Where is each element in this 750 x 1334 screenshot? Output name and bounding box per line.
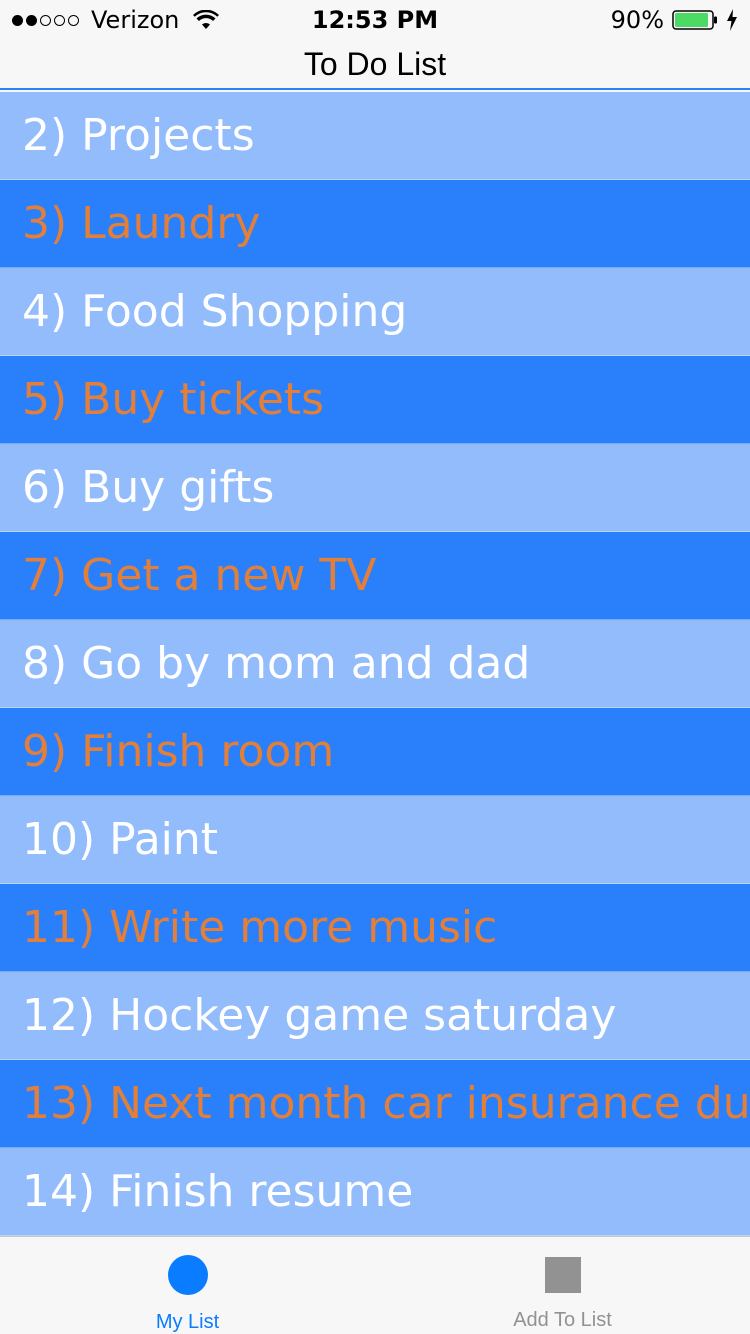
- page-title: To Do List: [303, 45, 447, 82]
- list-item[interactable]: 14) Finish resume: [0, 1148, 750, 1236]
- tab-add-to-list[interactable]: Add To List: [375, 1237, 750, 1334]
- list-item-label: 6) Buy gifts: [22, 462, 275, 513]
- list-item-label: 14) Finish resume: [22, 1166, 414, 1217]
- tab-add-to-list-label: Add To List: [513, 1309, 612, 1331]
- list-item-label: 5) Buy tickets: [22, 374, 325, 425]
- screen: Verizon 12:53 PM 90% To Do List 2) Proje…: [0, 0, 750, 1334]
- list-item[interactable]: 12) Hockey game saturday: [0, 972, 750, 1060]
- navigation-bar: To Do List: [0, 40, 750, 90]
- list-item[interactable]: 7) Get a new TV: [0, 532, 750, 620]
- list-item-label: 2) Projects: [22, 110, 255, 161]
- list-item[interactable]: 6) Buy gifts: [0, 444, 750, 532]
- status-left: Verizon: [12, 6, 220, 34]
- list-item[interactable]: 3) Laundry: [0, 180, 750, 268]
- list-item[interactable]: 10) Paint: [0, 796, 750, 884]
- list-item-label: 13) Next month car insurance due: [22, 1078, 750, 1129]
- list-item[interactable]: 4) Food Shopping: [0, 268, 750, 356]
- status-bar: Verizon 12:53 PM 90%: [0, 0, 750, 40]
- list-item[interactable]: 8) Go by mom and dad: [0, 620, 750, 708]
- list-item-label: 10) Paint: [22, 814, 219, 865]
- status-right: 90%: [611, 6, 738, 34]
- list-item-label: 4) Food Shopping: [22, 286, 408, 337]
- list-item-label: 11) Write more music: [22, 902, 498, 953]
- list-item[interactable]: 11) Write more music: [0, 884, 750, 972]
- tab-my-list-label: My List: [155, 1311, 220, 1333]
- tab-my-list[interactable]: My List: [0, 1237, 375, 1334]
- signal-dots-icon: [12, 14, 79, 26]
- list-item[interactable]: 13) Next month car insurance due: [0, 1060, 750, 1148]
- list-item-label: 12) Hockey game saturday: [22, 990, 617, 1041]
- list-item-label: 8) Go by mom and dad: [22, 638, 531, 689]
- circle-icon: [167, 1255, 208, 1295]
- battery-percent: 90%: [610, 6, 664, 34]
- charging-bolt-icon: [727, 9, 737, 31]
- carrier-label: Verizon: [91, 6, 180, 34]
- tab-bar: My List Add To List: [0, 1236, 750, 1334]
- list-item-label: 7) Get a new TV: [22, 550, 377, 601]
- battery-icon: [672, 10, 717, 30]
- list-item[interactable]: 5) Buy tickets: [0, 356, 750, 444]
- list-item-label: 3) Laundry: [22, 198, 261, 249]
- list-item-label: 9) Finish room: [22, 726, 335, 777]
- list-item[interactable]: 9) Finish room: [0, 708, 750, 796]
- wifi-icon: [193, 10, 220, 29]
- todo-list[interactable]: 2) Projects 3) Laundry 4) Food Shopping 5) …: [0, 92, 750, 1236]
- square-icon: [544, 1257, 581, 1293]
- list-item[interactable]: 2) Projects: [0, 92, 750, 180]
